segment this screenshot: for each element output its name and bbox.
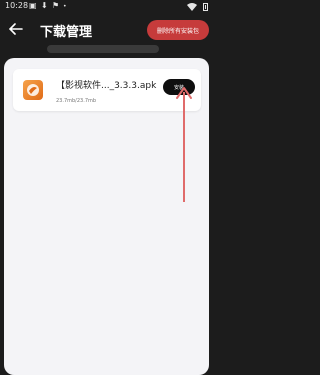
download-item[interactable]: 【影视软件..._3.3.3.apk 23.7mb/23.7mb 安装 bbox=[13, 69, 201, 111]
dot-icon: • bbox=[63, 3, 67, 10]
page-title: 下载管理 bbox=[40, 25, 93, 40]
wifi-icon bbox=[187, 3, 197, 11]
app-logo-icon bbox=[23, 80, 43, 100]
image-icon: ▣ bbox=[29, 1, 37, 10]
notification-icon: ⚑ bbox=[52, 1, 60, 10]
file-size: 23.7mb/23.7mb bbox=[56, 98, 97, 104]
delete-all-button[interactable]: 删除所有安装包 bbox=[147, 20, 209, 40]
annotation-arrow bbox=[176, 87, 192, 202]
file-name: 【影视软件..._3.3.3.apk bbox=[56, 81, 157, 91]
background-card bbox=[47, 45, 159, 53]
download-icon: ⬇ bbox=[41, 1, 48, 10]
battery-icon bbox=[203, 3, 208, 11]
back-arrow-icon[interactable] bbox=[9, 22, 23, 36]
status-bar: 10:28 ▣ ⬇ ⚑ • bbox=[0, 0, 213, 14]
status-time: 10:28 bbox=[5, 1, 29, 10]
